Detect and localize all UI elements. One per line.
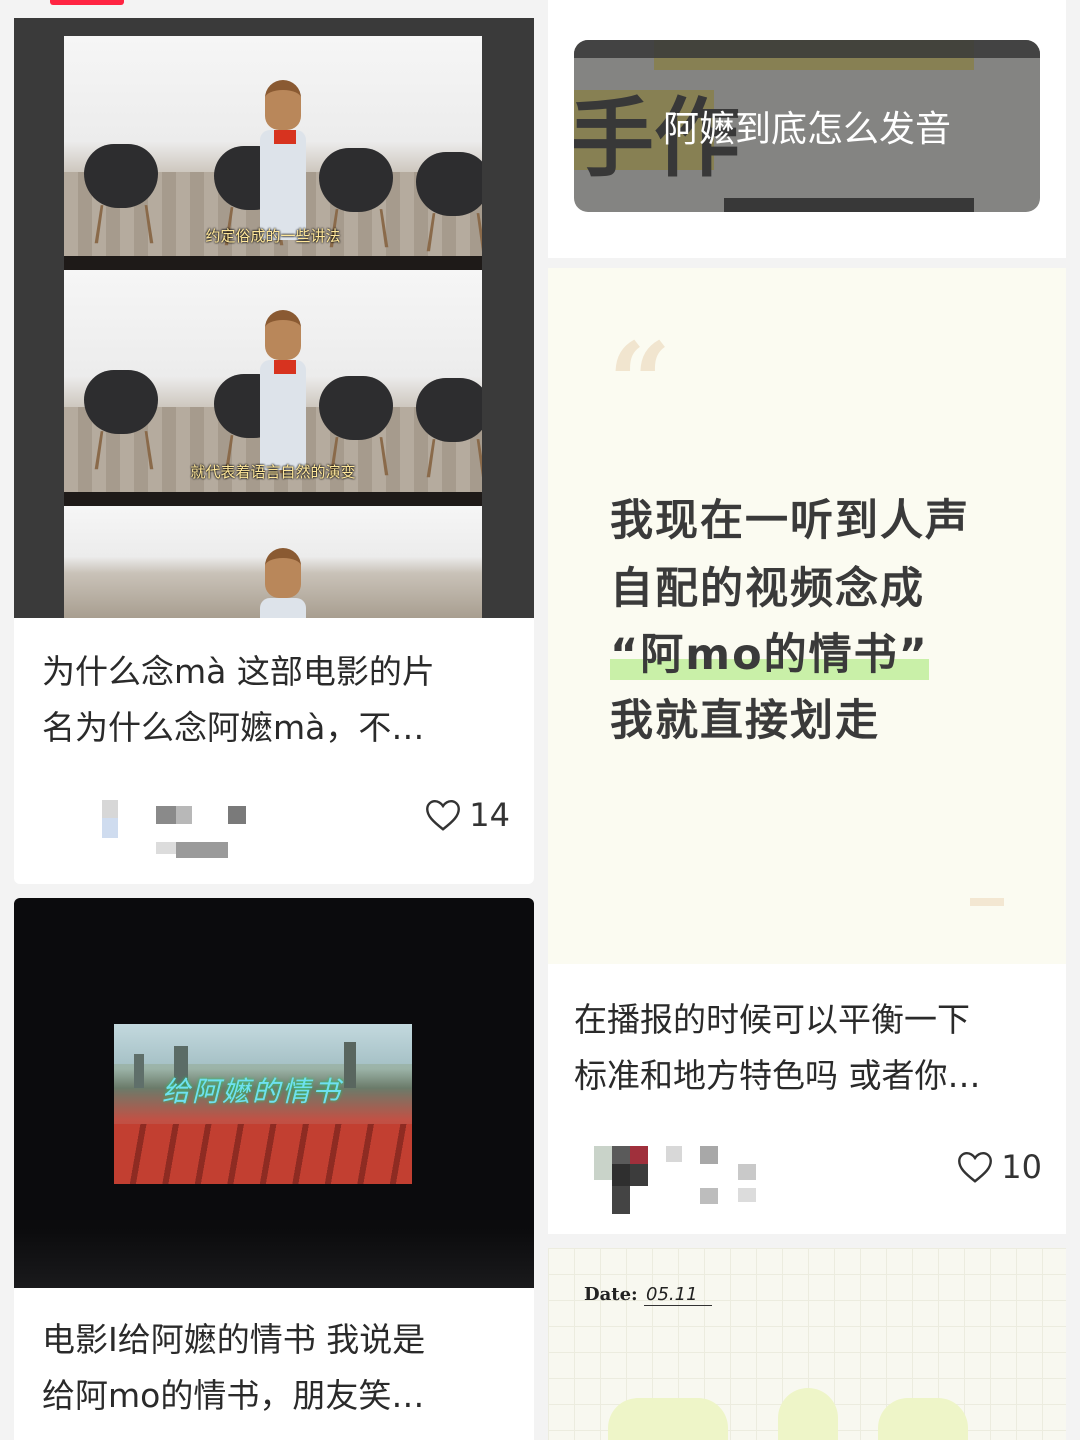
like-button[interactable]: 10 — [957, 1148, 1042, 1186]
date-value: 05.11 — [644, 1284, 712, 1306]
author-avatar[interactable] — [594, 1140, 756, 1214]
heart-outline-icon — [426, 799, 461, 831]
like-count: 14 — [469, 796, 510, 834]
note-card-2[interactable]: 手作 阿嬷到底怎么发音 — [548, 0, 1066, 258]
cinema-screen: 给阿嬷的情书 — [114, 1024, 412, 1184]
date-label: Date: — [584, 1284, 638, 1305]
note-card-3[interactable]: “ 我现在一听到人声 自配的视频念成 “阿mo的情书” 我就直接划走 在播报的时… — [548, 268, 1066, 1234]
heart-outline-icon — [958, 1151, 993, 1183]
note-title[interactable]: 为什么念mà 这部电影的片 名为什么念阿嬷mà，不… — [42, 644, 514, 756]
cover-caption: 阿嬷到底怎么发音 — [662, 109, 951, 150]
note-cover-image: 手作 阿嬷到底怎么发音 — [574, 40, 1040, 212]
author-avatar[interactable] — [72, 788, 246, 858]
video-frame — [64, 506, 482, 618]
like-button[interactable]: 14 — [425, 796, 510, 834]
like-count: 10 — [1001, 1148, 1042, 1186]
note-card-5[interactable]: Date: 05.11 — [548, 1248, 1066, 1440]
note-card-4[interactable]: 给阿嬷的情书 电影I给阿嬷的情书 我说是 给阿mo的情书，朋友笑… — [14, 898, 534, 1440]
note-meta: 14 — [42, 788, 510, 858]
note-meta: 10 — [576, 1140, 1042, 1214]
note-cover-image: 约定俗成的一些讲法 就代表着语言自然的演变 — [14, 18, 534, 618]
quote-mark-icon: “ — [608, 318, 672, 447]
active-tab-indicator — [50, 0, 124, 5]
video-subtitle: 就代表着语言自然的演变 — [190, 463, 356, 481]
video-subtitle: 约定俗成的一些讲法 — [205, 227, 341, 245]
note-card-1[interactable]: 约定俗成的一些讲法 就代表着语言自然的演变 为什么念mà 这部电影的片 名为什么… — [14, 18, 534, 884]
video-frame: 约定俗成的一些讲法 — [64, 36, 482, 270]
note-title[interactable]: 电影I给阿嬷的情书 我说是 给阿mo的情书，朋友笑… — [42, 1312, 514, 1424]
note-cover-image: 给阿嬷的情书 — [14, 898, 534, 1288]
note-cover-image: “ 我现在一听到人声 自配的视频念成 “阿mo的情书” 我就直接划走 — [548, 268, 1066, 964]
note-title[interactable]: 在播报的时候可以平衡一下 标准和地方特色吗 或者你… — [574, 992, 1046, 1104]
video-frame: 就代表着语言自然的演变 — [64, 270, 482, 506]
